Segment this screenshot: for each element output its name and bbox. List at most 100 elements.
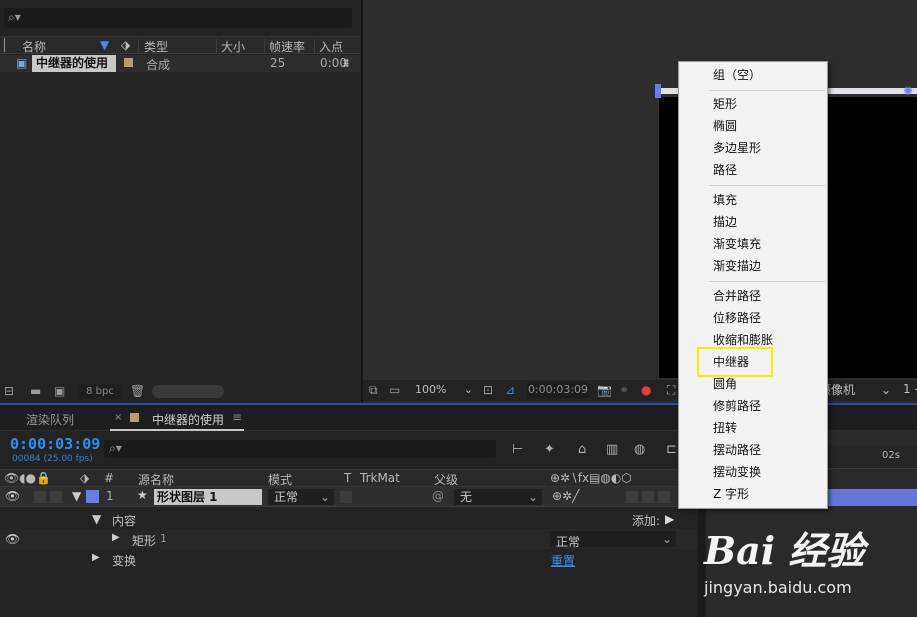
new-composition-icon[interactable]: ▣	[54, 384, 65, 398]
new-folder-icon[interactable]: ▬	[30, 384, 41, 398]
collapse-triangle-icon[interactable]: ▶	[92, 552, 100, 563]
menu-item-rectangle[interactable]: 矩形	[713, 94, 823, 114]
trash-icon[interactable]: 🗑	[130, 384, 145, 398]
add-shape-context-menu: 组（空） 矩形 椭圆 多边星形 路径 填充 描边 渐变填充 渐变描边 合并路径 …	[678, 61, 828, 509]
flowchart-icon[interactable]: ⩩	[343, 56, 349, 71]
rectangle-row[interactable]: 👁 ▶ 矩形 1 正常 ⌄	[0, 529, 698, 549]
tag-icon[interactable]: ⬗	[121, 38, 130, 52]
draft-3d-icon[interactable]: ✦	[544, 442, 555, 457]
sort-chevron-icon[interactable]: ▼	[100, 38, 109, 52]
column-size[interactable]: 大小	[221, 38, 245, 55]
trkmat-box[interactable]	[340, 491, 352, 503]
rectangle-label: 矩形	[132, 534, 157, 548]
menu-item-trim-paths[interactable]: 修剪路径	[713, 396, 823, 416]
label-icon[interactable]: ⬗	[80, 471, 89, 485]
expand-triangle-icon[interactable]: ▼	[92, 512, 101, 526]
column-trkmat[interactable]: TrkMat	[360, 471, 400, 485]
tab-composition-label: 中继器的使用	[152, 413, 225, 427]
layer-mode-select[interactable]: 正常 ⌄	[268, 489, 334, 505]
menu-item-wiggle-transform[interactable]: 摆动变换	[713, 462, 823, 482]
project-scrollbar[interactable]	[152, 385, 224, 398]
pick-whip-icon[interactable]: @	[432, 489, 444, 503]
reset-link[interactable]: 重置	[551, 552, 575, 569]
project-item-type: 合成	[146, 58, 171, 72]
layer-row[interactable]: 👁 ▼ 1 ★ 形状图层 1 正常 ⌄ @ 无 ⌄ ⊕✲╱	[0, 487, 698, 507]
menu-item-group-empty[interactable]: 组（空）	[713, 65, 823, 85]
shy-layers-icon[interactable]: ⌂	[578, 442, 586, 457]
zoom-select[interactable]: 100% ⌄	[409, 382, 477, 398]
menu-item-stroke[interactable]: 描边	[713, 212, 823, 232]
current-time-display[interactable]: 0:00:03:09	[527, 382, 589, 398]
zoom-value: 100%	[415, 383, 447, 396]
menu-item-polystar[interactable]: 多边星形	[713, 138, 823, 158]
show-snapshot-icon[interactable]: ⚭	[619, 383, 629, 397]
layer-duration-bar[interactable]	[826, 489, 917, 506]
menu-item-zig-zag[interactable]: Z 字形	[713, 484, 823, 504]
shape-handle[interactable]	[655, 84, 661, 98]
column-type[interactable]: 类型	[144, 38, 168, 55]
panel-menu-icon[interactable]: ≡	[232, 410, 242, 424]
menu-item-ellipse[interactable]: 椭圆	[713, 116, 823, 136]
interpret-footage-icon[interactable]: ⊟	[4, 384, 14, 398]
menu-item-gradient-stroke[interactable]: 渐变描边	[713, 256, 823, 276]
tab-composition[interactable]: × 中继器的使用 ≡	[110, 405, 244, 431]
add-button-icon[interactable]: ▶	[665, 512, 674, 526]
expand-triangle-icon[interactable]: ▼	[72, 489, 81, 503]
close-icon[interactable]: ×	[114, 412, 122, 423]
bpc-button[interactable]: 8 bpc	[78, 385, 122, 399]
switches-icon[interactable]: ⊕✲∖fx▤◍◐⬡	[550, 471, 632, 485]
switch-box[interactable]	[626, 491, 638, 503]
tab-render-queue[interactable]: 渲染队列	[26, 411, 74, 428]
column-fps[interactable]: 帧速率	[269, 38, 305, 55]
switch-box[interactable]	[642, 491, 654, 503]
menu-item-fill[interactable]: 填充	[713, 190, 823, 210]
av-features-icon[interactable]: 👁◖●🔒	[4, 471, 51, 485]
project-item-row[interactable]: ▣ 中继器的使用 合成 25 0:00 ⩩	[0, 55, 360, 72]
parent-select[interactable]: 无 ⌄	[454, 489, 542, 505]
layer-switches-icon[interactable]: ⊕✲╱	[552, 489, 579, 503]
label-color-swatch[interactable]	[124, 58, 133, 67]
render-icon[interactable]: ⛶	[667, 383, 675, 398]
column-name[interactable]: 名称	[22, 38, 46, 55]
visibility-eye-icon[interactable]: 👁	[5, 489, 20, 503]
rectangle-mode-select[interactable]: 正常 ⌄	[550, 531, 676, 549]
timeline-timecode[interactable]: 0:00:03:09	[10, 435, 100, 453]
menu-item-offset-paths[interactable]: 位移路径	[713, 308, 823, 328]
composition-flowchart-icon[interactable]: ⊢	[512, 442, 523, 457]
menu-item-merge-paths[interactable]: 合并路径	[713, 286, 823, 306]
menu-item-twist[interactable]: 扭转	[713, 418, 823, 438]
layer-name[interactable]: 形状图层 1	[154, 489, 262, 505]
transparency-grid-icon[interactable]: ⊿	[505, 383, 515, 397]
menu-item-path[interactable]: 路径	[713, 160, 823, 180]
channel-icon[interactable]: ●	[641, 383, 651, 397]
camera-select[interactable]: 摄像机 ⌄	[819, 382, 897, 398]
contents-row[interactable]: ▼ 内容 添加: ▶	[0, 509, 698, 529]
menu-item-round-corners[interactable]: 圆角	[713, 374, 823, 394]
solo-switch[interactable]	[34, 491, 46, 503]
column-parent[interactable]: 父级	[434, 471, 458, 488]
menu-item-gradient-fill[interactable]: 渐变填充	[713, 234, 823, 254]
menu-item-wiggle-paths[interactable]: 摆动路径	[713, 440, 823, 460]
graph-editor-icon[interactable]: ⊏	[666, 442, 677, 457]
layer-label-color[interactable]	[86, 490, 99, 503]
snapshot-icon[interactable]: 📷	[597, 383, 612, 397]
column-mode[interactable]: 模式	[268, 471, 292, 488]
chevron-down-icon: ⌄	[880, 383, 891, 397]
layer-mode-value: 正常	[274, 490, 299, 504]
column-inpoint[interactable]: 入点	[319, 38, 343, 55]
collapse-triangle-icon[interactable]: ▶	[112, 532, 120, 543]
switch-box[interactable]	[658, 491, 670, 503]
visibility-eye-icon[interactable]: 👁	[5, 532, 20, 546]
anchor-point-icon[interactable]: ✺	[903, 84, 915, 98]
region-of-interest-icon[interactable]: ⊡	[483, 383, 493, 397]
project-search-input[interactable]: ⌕▾	[4, 8, 352, 28]
view-layout-select[interactable]: 1 -	[903, 382, 917, 396]
frame-blending-icon[interactable]: ▥	[606, 442, 618, 457]
lock-switch[interactable]	[50, 491, 62, 503]
monitor-icon[interactable]: ▭	[389, 383, 400, 397]
always-preview-icon[interactable]: ⧉	[369, 383, 378, 398]
timeline-search-input[interactable]: ⌕▾	[104, 440, 496, 458]
column-source-name[interactable]: 源名称	[138, 471, 174, 488]
transform-row[interactable]: ▶ 变换 重置	[0, 549, 698, 569]
motion-blur-icon[interactable]: ◍	[634, 442, 645, 457]
